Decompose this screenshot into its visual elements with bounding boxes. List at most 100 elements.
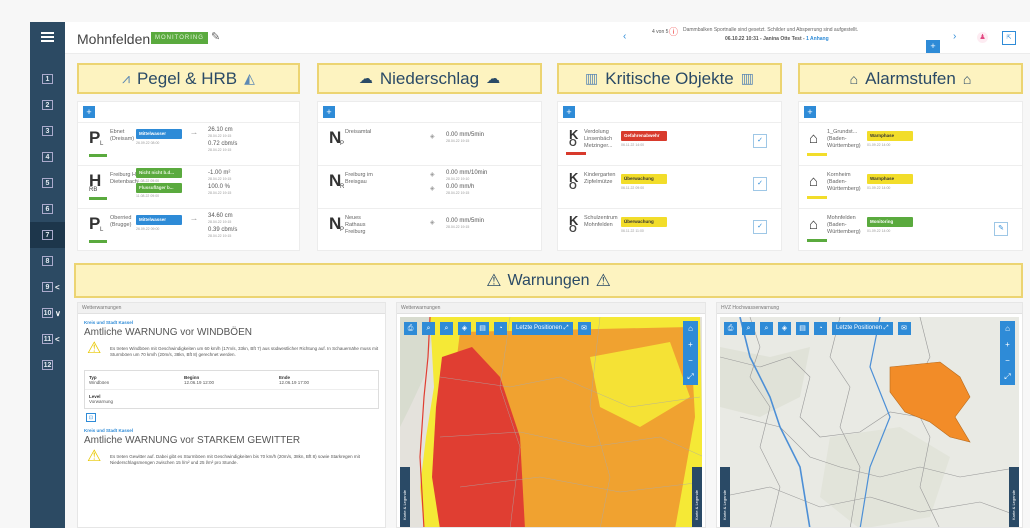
list-item[interactable]: P L Ebnet (Dreisam) Mittelwasser 26.09.22… xyxy=(78,122,299,165)
badge-date: 06.11.22 09:00 xyxy=(621,186,645,190)
checkmark-button[interactable]: ✓ xyxy=(753,134,767,148)
list-item[interactable]: H RB Freiburg HRB Dietenbach Nicht nicht … xyxy=(78,165,299,208)
sidebar-item[interactable]: 5 xyxy=(30,170,65,196)
radar-icon[interactable]: ◔ xyxy=(494,322,507,335)
list-item[interactable]: P L Oberried (Brugge) Mittelwasser 26.09.… xyxy=(78,208,299,251)
sidebar-item-active[interactable]: 7 xyxy=(30,222,65,248)
sidebar-item[interactable]: 2 xyxy=(30,92,65,118)
warnungen-title: Warnungen xyxy=(507,271,590,289)
cloud-rain-icon: ☁ xyxy=(486,70,501,86)
list-item[interactable]: K O Schulzentrum Mohnfelden Überwachung … xyxy=(558,208,781,251)
zoom-out-icon[interactable]: − xyxy=(1000,353,1015,369)
sidebar-item[interactable]: 6 xyxy=(30,196,65,222)
zoom-in-icon[interactable]: + xyxy=(683,337,698,353)
home-icon: ⌂ xyxy=(809,130,819,147)
external-link-icon[interactable]: ⇱ xyxy=(1002,31,1016,45)
map-legend-tab[interactable]: Karte & Legende xyxy=(400,467,410,527)
attachment-link[interactable]: 1 Anhang xyxy=(806,36,829,42)
sidebar-item[interactable]: 10 ∨ xyxy=(30,300,65,326)
list-item[interactable]: ⌂ Kornheim (Baden-Württemberg) Warnphase… xyxy=(799,165,1022,208)
last-positions-button[interactable]: Letzte Positionen ⤢ xyxy=(832,322,893,335)
value-level: 34.60 cm xyxy=(208,213,233,219)
locate-icon[interactable]: ◈ xyxy=(778,322,791,335)
zoom-icon[interactable]: ⌕ xyxy=(760,322,773,335)
warning-text: Es treten Gewitter auf. Dabei gibt es St… xyxy=(110,454,360,465)
chevron-left-icon: < xyxy=(55,334,60,344)
status-bar xyxy=(807,239,827,242)
chevron-left-icon[interactable]: ‹ xyxy=(623,31,626,42)
checkmark-button[interactable]: ✓ xyxy=(753,177,767,191)
layers-icon[interactable]: ▤ xyxy=(476,322,489,335)
add-button[interactable]: + xyxy=(83,106,95,118)
list-item[interactable]: ⌂ 1_Grundst... (Baden-Württemberg) Warnp… xyxy=(799,122,1022,165)
object-subtype: O xyxy=(569,224,577,235)
flood-map-panel: HVZ Hochwasserwarnung ⎙ ⌕ ⌕ ◈ ▤ ◔ Letzte… xyxy=(716,302,1023,528)
expand-icon[interactable]: ⤢ xyxy=(1000,369,1015,385)
zoom-icon[interactable]: ⌕ xyxy=(440,322,453,335)
expand-icon[interactable]: ⤢ xyxy=(683,369,698,385)
sidebar-item-number: 4 xyxy=(42,152,53,162)
locate-icon[interactable]: ◈ xyxy=(458,322,471,335)
list-item[interactable]: N P Dreisamtal ◈ 0.00 mm/5min 28.04.22 1… xyxy=(318,122,541,165)
sidebar-item[interactable]: 1 xyxy=(30,66,65,92)
last-positions-button[interactable]: Letzte Positionen ⤢ xyxy=(512,322,573,335)
flood-map[interactable]: ⎙ ⌕ ⌕ ◈ ▤ ◔ Letzte Positionen ⤢ ✉ ⌂ + − … xyxy=(720,317,1019,527)
print-icon[interactable]: ⎙ xyxy=(724,322,737,335)
category-kritische-objekte: ▥ Kritische Objekte ▥ xyxy=(557,63,782,94)
map-legend-tab[interactable]: Karte & Legende xyxy=(1009,467,1019,527)
value-level: -1.00 m² xyxy=(208,170,231,176)
print-icon[interactable]: ⎙ xyxy=(404,322,417,335)
message-icon[interactable]: ✉ xyxy=(577,322,591,335)
weather-map[interactable]: ⎙ ⌕ ⌕ ◈ ▤ ◔ Letzte Positionen ⤢ ✉ ⌂ + − … xyxy=(400,317,702,527)
edit-button[interactable]: ✎ xyxy=(994,222,1008,236)
sidebar-item[interactable]: 12 xyxy=(30,352,65,378)
warning-title: Amtliche WARNUNG vor STARKEM GEWITTER xyxy=(84,435,301,446)
station-subtype: P xyxy=(340,227,345,233)
search-icon[interactable]: ⌕ xyxy=(742,322,755,335)
zoom-out-icon[interactable]: − xyxy=(683,353,698,369)
value-date: 28.04.22 19:15 xyxy=(208,148,232,152)
rain-drop-icon: ◈ xyxy=(430,134,435,140)
list-item[interactable]: K O Verdolung Linsenbäch Metzinger... Ge… xyxy=(558,122,781,165)
warning-description: ⚠ Es treten Gewitter auf. Dabei gibt es … xyxy=(84,449,379,472)
list-item[interactable]: N P Neues Rathaus Freiburg ◈ 0.00 mm/5mi… xyxy=(318,208,541,251)
expand-button[interactable]: ⊡ xyxy=(86,413,96,422)
zoom-in-icon[interactable]: + xyxy=(1000,337,1015,353)
add-button[interactable]: + xyxy=(804,106,816,118)
sidebar-item[interactable]: 8 xyxy=(30,248,65,274)
list-item[interactable]: N R Freiburg im Breisgau ◈ 0.00 mm/10min… xyxy=(318,165,541,208)
sidebar-item-number: 3 xyxy=(42,126,53,136)
station-type: P xyxy=(89,214,101,233)
checkmark-button[interactable]: ✓ xyxy=(753,220,767,234)
map-legend-tab[interactable]: Karte & Legende xyxy=(720,467,730,527)
sidebar-item[interactable]: 4 xyxy=(30,144,65,170)
sidebar: 1 2 3 4 5 6 7 8 9 < 10 ∨ 11 < 12 xyxy=(30,22,65,528)
user-icon[interactable]: ♟ xyxy=(977,32,988,43)
chevron-right-icon[interactable]: › xyxy=(953,31,956,42)
value-rain: 0.00 mm/5min xyxy=(446,132,485,138)
add-button[interactable]: + xyxy=(563,106,575,118)
message-icon[interactable]: ✉ xyxy=(897,322,911,335)
home-icon[interactable]: ⌂ xyxy=(683,321,698,337)
station-subtype: P xyxy=(340,141,345,147)
badge-date: 06.11.22 14:00 xyxy=(621,143,645,147)
sidebar-item[interactable]: 11 < xyxy=(30,326,65,352)
cell: Windböen xyxy=(89,380,110,385)
radar-icon[interactable]: ◔ xyxy=(814,322,827,335)
add-button[interactable]: + xyxy=(323,106,335,118)
sidebar-item[interactable]: 3 xyxy=(30,118,65,144)
value-date: 28.04.22 19:10 xyxy=(446,177,470,181)
list-item[interactable]: K O Kindergarten Zipfelmütze Überwachung… xyxy=(558,165,781,208)
list-item[interactable]: ⌂ Mohnfelden (Baden-Württemberg) Monitor… xyxy=(799,208,1022,251)
sidebar-item[interactable]: 9 < xyxy=(30,274,65,300)
map-legend-tab[interactable]: Karte & Legende xyxy=(692,467,702,527)
layers-icon[interactable]: ▤ xyxy=(796,322,809,335)
weather-map-panel: Wetterwarnungen ⎙ ⌕ ⌕ ◈ ▤ ◔ Letzte Posit… xyxy=(396,302,706,528)
value-date: 28.04.22 19:15 xyxy=(446,139,470,143)
station-subtype: R xyxy=(340,184,345,190)
search-icon[interactable]: ⌕ xyxy=(422,322,435,335)
home-icon[interactable]: ⌂ xyxy=(1000,321,1015,337)
pencil-icon[interactable]: ✎ xyxy=(211,30,220,43)
hamburger-menu-icon[interactable] xyxy=(30,22,65,52)
add-message-button[interactable]: + xyxy=(926,40,940,53)
